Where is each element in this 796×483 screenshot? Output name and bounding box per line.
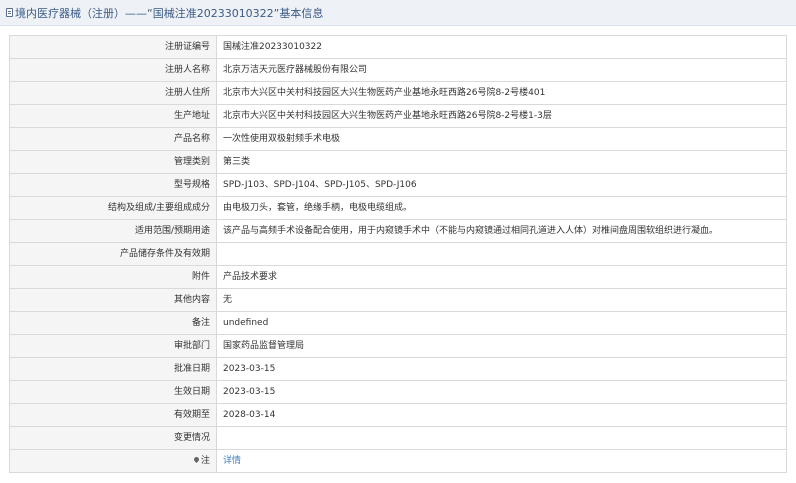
row-label: 适用范围/预期用途 xyxy=(9,219,217,243)
row-value: 无 xyxy=(216,288,787,312)
row-value xyxy=(216,426,787,450)
table-row: 其他内容 无 xyxy=(9,288,787,312)
note-label-cell: 注 xyxy=(9,449,217,473)
table-row: 适用范围/预期用途 该产品与高频手术设备配合使用，用于内窥镜手术中（不能与内窥镜… xyxy=(9,219,787,243)
row-label: 其他内容 xyxy=(9,288,217,312)
table-row: 结构及组成/主要组成成分 由电极刀头，套管，绝缘手柄，电极电缆组成。 xyxy=(9,196,787,220)
row-label: 附件 xyxy=(9,265,217,289)
document-icon xyxy=(6,8,13,17)
row-value: 国械注准20233010322 xyxy=(216,35,787,59)
row-value: SPD-J103、SPD-J104、SPD-J105、SPD-J106 xyxy=(216,173,787,197)
row-value: undefined xyxy=(216,311,787,335)
table-row: 型号规格 SPD-J103、SPD-J104、SPD-J105、SPD-J106 xyxy=(9,173,787,197)
page-header: 境内医疗器械（注册）——“国械注准20233010322”基本信息 xyxy=(0,0,796,26)
row-value: 国家药品监督管理局 xyxy=(216,334,787,358)
table-row: 附件 产品技术要求 xyxy=(9,265,787,289)
table-row: 管理类别 第三类 xyxy=(9,150,787,174)
table-row: 变更情况 xyxy=(9,426,787,450)
row-label: 批准日期 xyxy=(9,357,217,381)
table-row: 注册证编号 国械注准20233010322 xyxy=(9,35,787,59)
note-label: 注 xyxy=(200,456,210,466)
row-label: 产品储存条件及有效期 xyxy=(9,242,217,266)
row-value: 该产品与高频手术设备配合使用，用于内窥镜手术中（不能与内窥镜通过相同孔道进入人体… xyxy=(216,219,787,243)
row-label: 产品名称 xyxy=(9,127,217,151)
table-row: 有效期至 2028-03-14 xyxy=(9,403,787,427)
row-label: 管理类别 xyxy=(9,150,217,174)
row-value: 2023-03-15 xyxy=(216,380,787,404)
row-value xyxy=(216,242,787,266)
table-row: 产品储存条件及有效期 xyxy=(9,242,787,266)
row-value: 北京市大兴区中关村科技园区大兴生物医药产业基地永旺西路26号院8-2号楼1-3层 xyxy=(216,104,787,128)
row-value: 由电极刀头，套管，绝缘手柄，电极电缆组成。 xyxy=(216,196,787,220)
table-row: 生效日期 2023-03-15 xyxy=(9,380,787,404)
row-label: 生产地址 xyxy=(9,104,217,128)
row-value: 2023-03-15 xyxy=(216,357,787,381)
note-value-cell: 详情 xyxy=(216,449,787,473)
row-value: 2028-03-14 xyxy=(216,403,787,427)
row-label: 型号规格 xyxy=(9,173,217,197)
row-label: 备注 xyxy=(9,311,217,335)
detail-table: 注册证编号 国械注准20233010322 注册人名称 北京万洁天元医疗器械股份… xyxy=(9,35,787,473)
table-row: 生产地址 北京市大兴区中关村科技园区大兴生物医药产业基地永旺西路26号院8-2号… xyxy=(9,104,787,128)
table-row: 审批部门 国家药品监督管理局 xyxy=(9,334,787,358)
row-label: 注册证编号 xyxy=(9,35,217,59)
row-label: 生效日期 xyxy=(9,380,217,404)
row-value: 北京万洁天元医疗器械股份有限公司 xyxy=(216,58,787,82)
table-row: 产品名称 一次性使用双极射频手术电极 xyxy=(9,127,787,151)
detail-link[interactable]: 详情 xyxy=(223,456,241,466)
pin-icon xyxy=(192,455,201,464)
row-value: 一次性使用双极射频手术电极 xyxy=(216,127,787,151)
table-row: 备注 undefined xyxy=(9,311,787,335)
row-value: 第三类 xyxy=(216,150,787,174)
row-label: 结构及组成/主要组成成分 xyxy=(9,196,217,220)
row-label: 变更情况 xyxy=(9,426,217,450)
row-label: 注册人名称 xyxy=(9,58,217,82)
table-row: 批准日期 2023-03-15 xyxy=(9,357,787,381)
row-label: 注册人住所 xyxy=(9,81,217,105)
page-title: 境内医疗器械（注册）——“国械注准20233010322”基本信息 xyxy=(15,6,324,20)
table-row: 注册人名称 北京万洁天元医疗器械股份有限公司 xyxy=(9,58,787,82)
table-row: 注册人住所 北京市大兴区中关村科技园区大兴生物医药产业基地永旺西路26号院8-2… xyxy=(9,81,787,105)
row-label: 审批部门 xyxy=(9,334,217,358)
row-value: 北京市大兴区中关村科技园区大兴生物医药产业基地永旺西路26号院8-2号楼401 xyxy=(216,81,787,105)
row-value: 产品技术要求 xyxy=(216,265,787,289)
table-row-note: 注 详情 xyxy=(9,449,787,473)
row-label: 有效期至 xyxy=(9,403,217,427)
